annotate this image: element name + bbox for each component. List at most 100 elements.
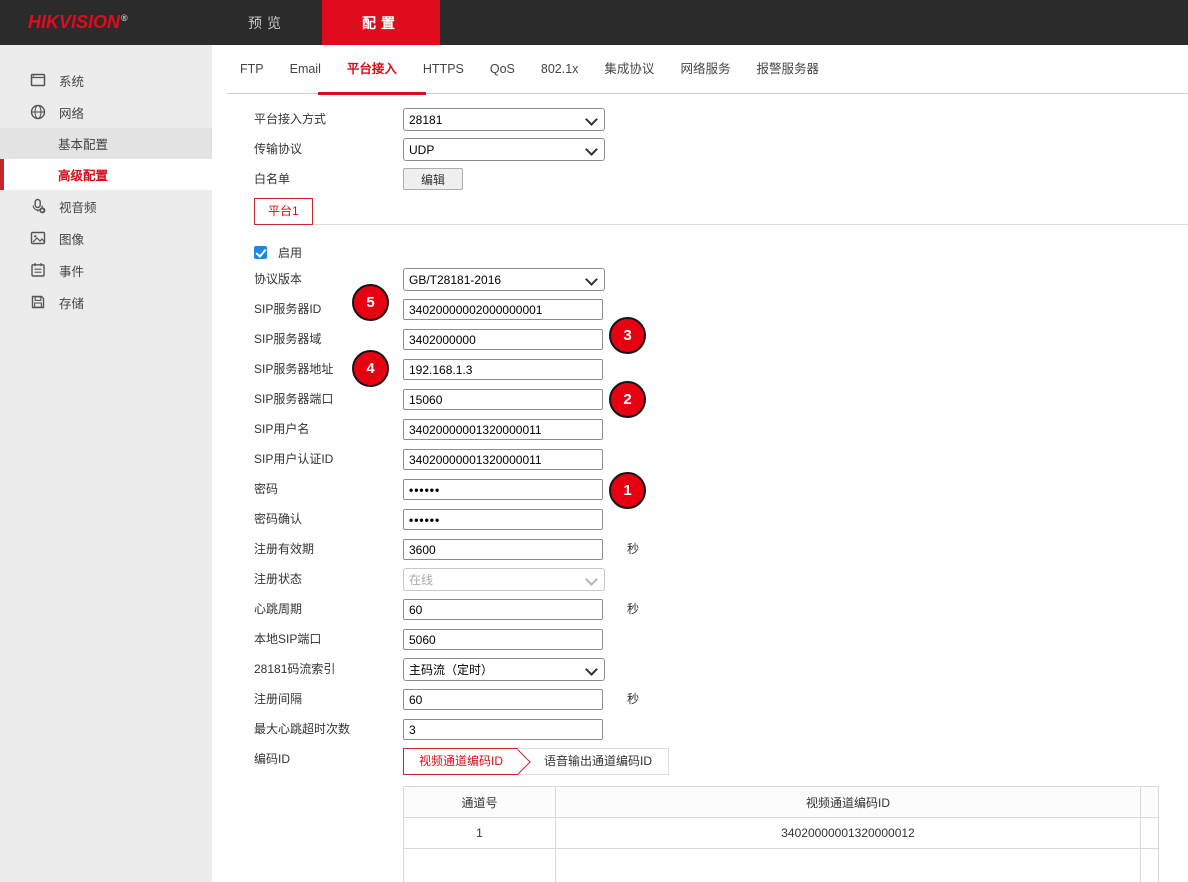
transport-protocol-select[interactable]: UDP: [403, 138, 605, 161]
enable-row: 启用: [254, 236, 1188, 268]
sidebar-item-label: 图像: [59, 229, 84, 248]
sip-server-domain-row: SIP服务器域3: [254, 328, 1188, 358]
register-interval-unit: 秒: [627, 688, 639, 718]
nav-preview[interactable]: 预览: [212, 0, 322, 45]
sip-user-auth-id-input[interactable]: [403, 449, 603, 470]
table-cell: [556, 849, 1141, 882]
sip-server-port-input[interactable]: [403, 389, 603, 410]
register-status-value: 在线: [409, 571, 433, 588]
enable-checkbox[interactable]: [254, 246, 267, 259]
channel-col-header: [1141, 787, 1159, 818]
max-heartbeat-timeout-control: [403, 718, 603, 748]
stream-index-control: 主码流（定时）: [403, 658, 605, 688]
table-row: [404, 849, 1159, 882]
tab-https[interactable]: HTTPS: [410, 45, 477, 94]
tab-ftp[interactable]: FTP: [227, 45, 277, 94]
sip-server-address-input[interactable]: [403, 359, 603, 380]
tab-qos[interactable]: QoS: [477, 45, 528, 94]
whitelist-control: 编辑: [403, 168, 463, 198]
encode-id-tabs: 视频通道编码ID语音输出通道编码ID: [403, 748, 669, 775]
form-area: 平台接入方式28181传输协议UDP白名单编辑平台1启用协议版本GB/T2818…: [212, 94, 1188, 882]
password-confirm-input[interactable]: [403, 509, 603, 530]
tab-platform-access[interactable]: 平台接入: [334, 45, 410, 94]
chevron-down-icon: [585, 143, 598, 156]
password-control: 1: [403, 478, 603, 508]
sidebar-item-storage[interactable]: 存储: [0, 286, 212, 318]
badge-3: 3: [609, 317, 646, 354]
tab-network-service[interactable]: 网络服务: [667, 45, 743, 94]
sidebar-item-network[interactable]: 网络: [0, 96, 212, 128]
event-icon: [30, 262, 46, 278]
sip-server-domain-input[interactable]: [403, 329, 603, 350]
table-cell: [1141, 849, 1159, 882]
local-sip-port-row: 本地SIP端口: [254, 628, 1188, 658]
stream-index-select[interactable]: 主码流（定时）: [403, 658, 605, 681]
table-cell: 1: [404, 818, 556, 849]
password-input[interactable]: [403, 479, 603, 500]
platform-tab-row: 平台1: [254, 198, 1188, 236]
platform1-tab[interactable]: 平台1: [254, 198, 313, 225]
sip-user-auth-id-control: [403, 448, 603, 478]
system-icon: [30, 72, 46, 88]
sip-server-port-label: SIP服务器端口: [254, 388, 403, 418]
sidebar: 系统网络基本配置高级配置视音频图像事件存储: [0, 45, 212, 882]
storage-icon: [30, 294, 46, 310]
local-sip-port-input[interactable]: [403, 629, 603, 650]
protocol-version-select[interactable]: GB/T28181-2016: [403, 268, 605, 291]
sip-server-domain-control: 3: [403, 328, 603, 358]
table-cell: [1141, 818, 1159, 849]
app-window: HIKVISION® 预览配置 系统网络基本配置高级配置视音频图像事件存储 FT…: [0, 0, 1188, 882]
sidebar-item-event[interactable]: 事件: [0, 254, 212, 286]
sip-user-auth-id-row: SIP用户认证ID: [254, 448, 1188, 478]
register-status-label: 注册状态: [254, 568, 403, 598]
tab-email[interactable]: Email: [277, 45, 334, 94]
register-validity-input[interactable]: [403, 539, 603, 560]
encode-tab-video-channel-encode-id[interactable]: 视频通道编码ID: [403, 748, 518, 775]
tab-integration-protocol[interactable]: 集成协议: [591, 45, 667, 94]
enable-label: 启用: [278, 244, 302, 261]
register-interval-control: [403, 688, 603, 718]
sip-user-auth-id-label: SIP用户认证ID: [254, 448, 403, 478]
sip-username-input[interactable]: [403, 419, 603, 440]
sidebar-subitem-basic-config[interactable]: 基本配置: [0, 128, 212, 159]
register-interval-input[interactable]: [403, 689, 603, 710]
transport-protocol-control: UDP: [403, 138, 605, 168]
heartbeat-period-input[interactable]: [403, 599, 603, 620]
password-label: 密码: [254, 478, 403, 508]
tab-8021x[interactable]: 802.1x: [528, 45, 592, 94]
sidebar-item-label: 存储: [59, 293, 84, 312]
sidebar-subitem-advanced-config[interactable]: 高级配置: [0, 159, 212, 190]
platform-access-mode-select[interactable]: 28181: [403, 108, 605, 131]
register-validity-row: 注册有效期秒: [254, 538, 1188, 568]
platform-access-mode-label: 平台接入方式: [254, 108, 403, 138]
sip-server-address-control: 4: [403, 358, 603, 388]
protocol-version-control: GB/T28181-2016: [403, 268, 605, 298]
max-heartbeat-timeout-input[interactable]: [403, 719, 603, 740]
sidebar-item-image[interactable]: 图像: [0, 222, 212, 254]
register-validity-control: [403, 538, 603, 568]
chevron-down-icon: [585, 573, 598, 586]
sip-username-label: SIP用户名: [254, 418, 403, 448]
sidebar-item-system[interactable]: 系统: [0, 64, 212, 96]
whitelist-button[interactable]: 编辑: [403, 168, 463, 190]
chevron-down-icon: [585, 273, 598, 286]
sip-server-id-input[interactable]: [403, 299, 603, 320]
table-cell: 34020000001320000012: [556, 818, 1141, 849]
sidebar-item-label: 网络: [59, 103, 84, 122]
nav-config[interactable]: 配置: [322, 0, 440, 45]
sip-server-id-control: 5: [403, 298, 603, 328]
platform-access-mode-row: 平台接入方式28181: [254, 108, 1188, 138]
max-heartbeat-timeout-row: 最大心跳超时次数: [254, 718, 1188, 748]
tab-alarm-server[interactable]: 报警服务器: [743, 45, 832, 94]
encode-tab-audio-out-channel-encode-id[interactable]: 语音输出通道编码ID: [518, 748, 669, 775]
register-status-control: 在线: [403, 568, 605, 598]
heartbeat-period-label: 心跳周期: [254, 598, 403, 628]
sidebar-item-video-audio[interactable]: 视音频: [0, 190, 212, 222]
sip-server-address-row: SIP服务器地址4: [254, 358, 1188, 388]
heartbeat-period-control: [403, 598, 603, 628]
whitelist-row: 白名单编辑: [254, 168, 1188, 198]
protocol-version-row: 协议版本GB/T28181-2016: [254, 268, 1188, 298]
channel-table-header-row: 通道号视频通道编码ID: [404, 787, 1159, 818]
local-sip-port-control: [403, 628, 603, 658]
register-interval-label: 注册间隔: [254, 688, 403, 718]
